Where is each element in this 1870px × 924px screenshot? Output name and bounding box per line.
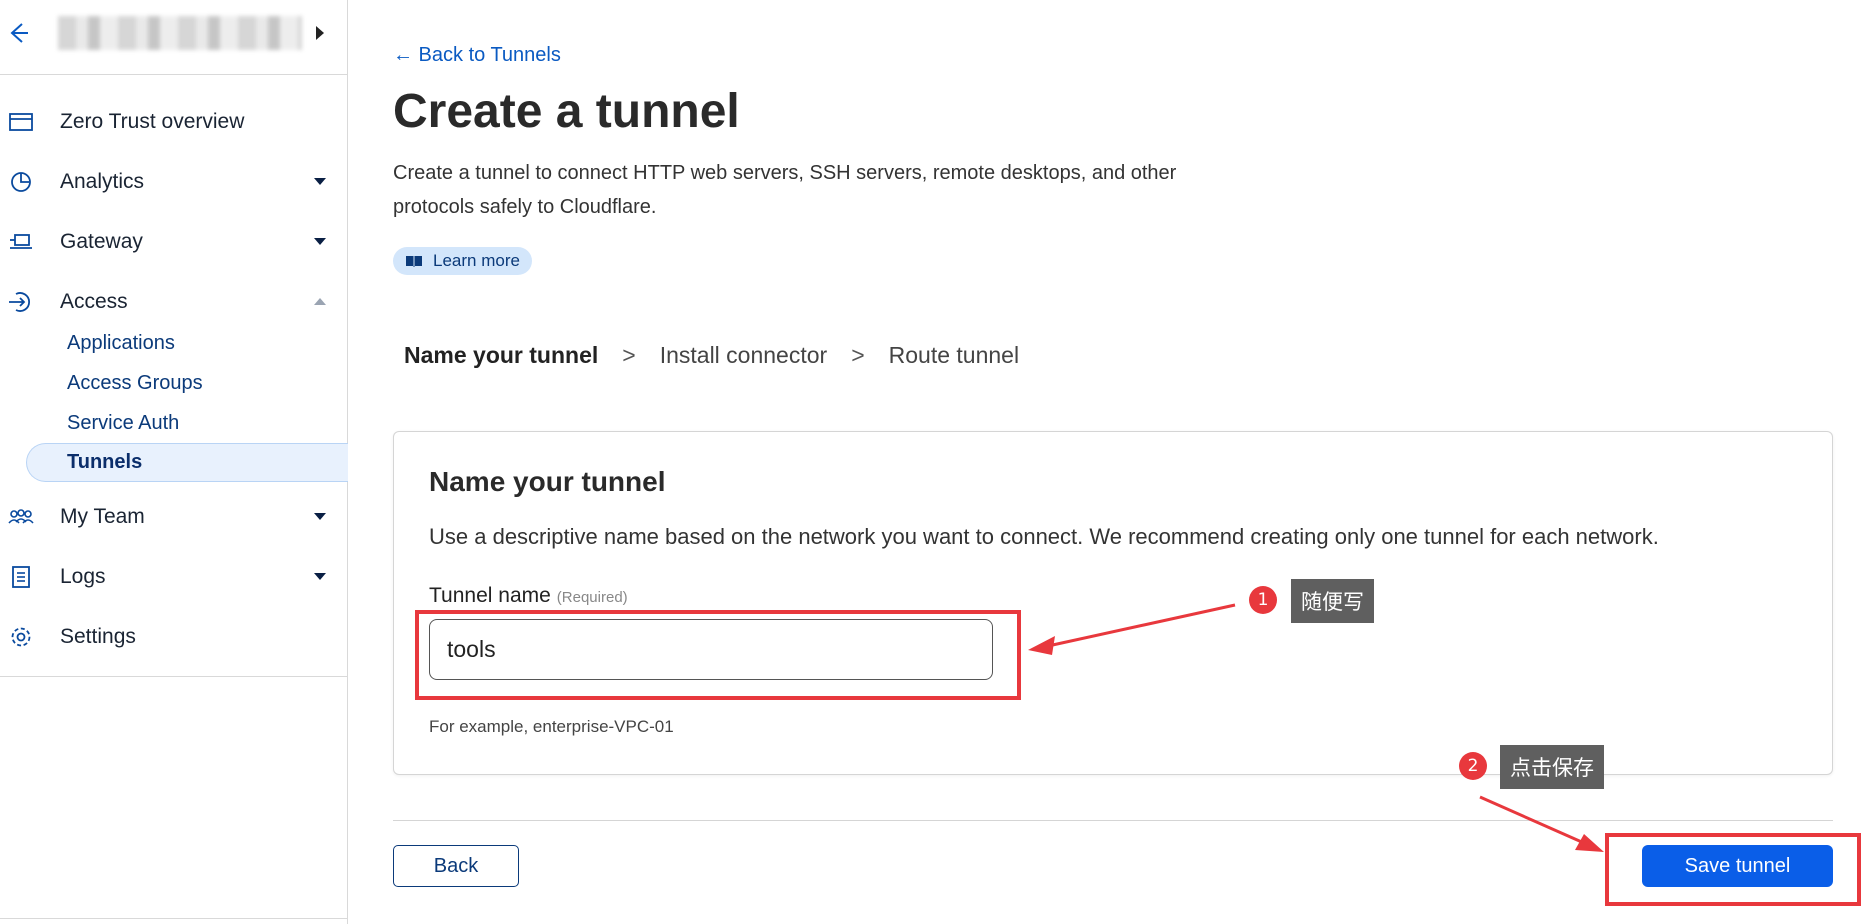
account-name-redacted[interactable] <box>58 16 302 50</box>
card-description: Use a descriptive name based on the netw… <box>429 524 1659 549</box>
step-route-tunnel: Route tunnel <box>888 341 1020 368</box>
page-description: Create a tunnel to connect HTTP web serv… <box>393 162 1177 218</box>
sidebar-subitem-label: Tunnels <box>67 451 143 473</box>
sidebar-subitem-label: Access Groups <box>67 371 203 394</box>
sidebar-item-my-team[interactable]: My Team <box>0 492 347 542</box>
required-marker: (Required) <box>556 589 628 606</box>
sidebar-item-label: Access <box>60 290 128 313</box>
tunnel-name-label: Tunnel name (Required) <box>429 584 628 608</box>
sidebar-subitem-tunnels[interactable]: Tunnels <box>26 443 348 482</box>
logs-icon <box>12 566 30 588</box>
sidebar-subitem-access-groups[interactable]: Access Groups <box>26 364 348 402</box>
annotation-note-1: 随便写 <box>1291 579 1374 623</box>
annotation-note-2: 点击保存 <box>1500 745 1604 789</box>
annotation-highlight-save <box>1605 833 1861 906</box>
sidebar-item-access[interactable]: Access <box>0 277 347 327</box>
step-separator: > <box>622 341 636 368</box>
sidebar-item-analytics[interactable]: Analytics <box>0 157 347 207</box>
step-separator: > <box>851 341 865 368</box>
sidebar-item-label: Analytics <box>60 170 145 193</box>
caret-right-icon[interactable] <box>316 26 324 40</box>
sidebar-subitem-label: Service Auth <box>67 411 180 434</box>
sidebar-item-gateway[interactable]: Gateway <box>0 217 347 267</box>
annotation-highlight-input <box>415 610 1021 700</box>
sidebar-subitem-service-auth[interactable]: Service Auth <box>26 404 348 442</box>
tunnel-name-hint: For example, enterprise-VPC-01 <box>429 717 674 736</box>
step-breadcrumb: Name your tunnel > Install connector > R… <box>404 340 1019 370</box>
sidebar-item-label: Gateway <box>60 230 143 253</box>
annotation-badge-1: 1 <box>1249 586 1277 614</box>
back-button[interactable]: Back <box>393 845 519 887</box>
learn-more-button[interactable]: Learn more <box>393 247 532 275</box>
sidebar-item-label: Settings <box>60 625 136 648</box>
sidebar-item-zero-trust-overview[interactable]: Zero Trust overview <box>0 97 347 147</box>
annotation-badge-2: 2 <box>1459 752 1487 780</box>
gear-icon <box>11 627 31 647</box>
sidebar-divider <box>0 676 347 677</box>
chevron-down-icon[interactable] <box>314 513 326 520</box>
step-name-your-tunnel: Name your tunnel <box>404 341 599 368</box>
gateway-icon <box>10 234 32 249</box>
back-to-tunnels-link[interactable]: ← Back to Tunnels <box>393 44 561 67</box>
sidebar-subitem-label: Applications <box>67 331 175 354</box>
chevron-down-icon[interactable] <box>314 238 326 245</box>
sidebar-item-label: My Team <box>60 505 145 528</box>
browser-window-icon <box>9 113 33 131</box>
book-icon <box>406 256 422 267</box>
sidebar-item-label: Zero Trust overview <box>60 110 245 133</box>
sidebar-subitem-applications[interactable]: Applications <box>26 324 348 362</box>
chevron-up-icon[interactable] <box>314 298 326 305</box>
pie-chart-icon <box>11 172 31 192</box>
account-bar <box>0 0 347 75</box>
sidebar-item-label: Logs <box>60 565 106 588</box>
sidebar-item-settings[interactable]: Settings <box>0 612 347 662</box>
step-install-connector: Install connector <box>659 341 828 368</box>
access-icon <box>9 292 30 312</box>
sidebar-divider <box>0 918 347 919</box>
sidebar-item-logs[interactable]: Logs <box>0 552 347 602</box>
card-title: Name your tunnel <box>429 466 666 497</box>
learn-more-label: Learn more <box>433 251 520 270</box>
back-arrow-icon[interactable] <box>6 18 30 48</box>
chevron-down-icon[interactable] <box>314 573 326 580</box>
footer-divider <box>393 820 1833 821</box>
chevron-down-icon[interactable] <box>314 178 326 185</box>
sidebar: Zero Trust overview Analytics Gateway Ac… <box>0 0 348 924</box>
tunnel-name-label-text: Tunnel name <box>429 584 551 607</box>
name-tunnel-card: Name your tunnel Use a descriptive name … <box>393 431 1833 775</box>
page-title: Create a tunnel <box>393 85 740 138</box>
team-icon <box>8 509 34 524</box>
